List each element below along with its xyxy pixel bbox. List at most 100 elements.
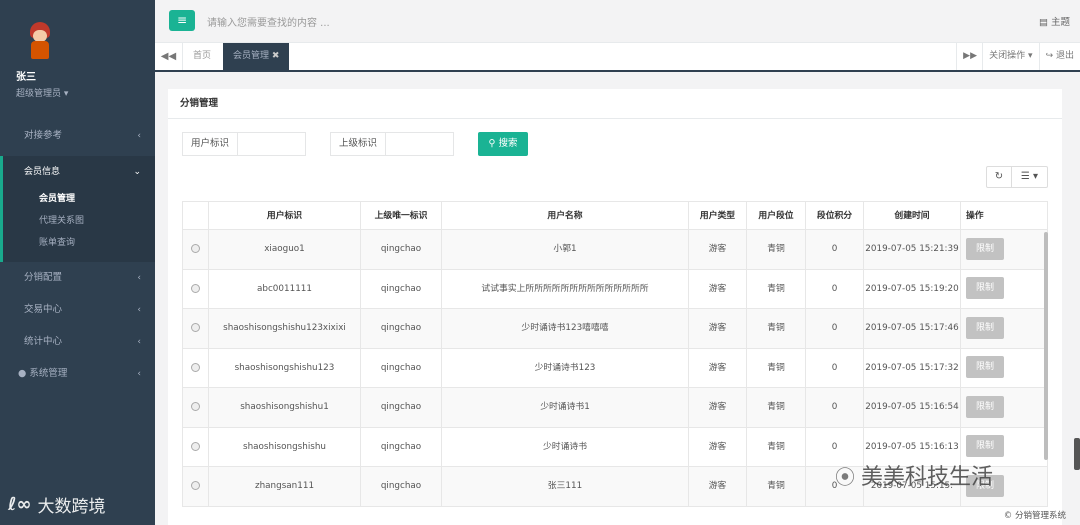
chevron-left-icon: ‹ [137, 337, 141, 347]
sidebar-item-member-info[interactable]: 会员信息 ⌄ [24, 156, 155, 188]
tabs-bar: ◀◀ 首页 会员管理 ✖ ▶▶ 关闭操作 ▾ ↪ 退出 [155, 43, 1080, 72]
chevron-left-icon: ‹ [137, 273, 141, 283]
cell-user-rank: 青铜 [746, 388, 805, 427]
cell-rank-points: 0 [805, 388, 863, 427]
cell-user-rank: 青铜 [746, 348, 805, 387]
table-row[interactable]: shaoshisongshishu1 qingchao 少时诵诗书1 游客 青铜 0 201… [182, 388, 1048, 428]
table-row[interactable]: shaoshisongshishu123 qingchao 少时诵诗书123 游客 青铜… [182, 348, 1048, 388]
column-header[interactable]: 段位积分 [805, 202, 863, 229]
tab-member-management[interactable]: 会员管理 ✖ [223, 43, 290, 70]
cell-created-time: 2019-07-05 15:17:46 [863, 309, 960, 348]
cell-user-type: 游客 [688, 309, 746, 348]
table-row[interactable]: xiaoguo1 qingchao 小郭1 游客 青铜 0 2019-07-05 15:21… [182, 230, 1048, 270]
sign-out-icon: ↪ [1045, 51, 1054, 61]
tab-label: 会员管理 [233, 51, 270, 61]
theme-label: 主题 [1050, 17, 1070, 28]
user-icon: ● [18, 368, 27, 379]
cell-user-id: shaoshisongshishu123 [208, 348, 360, 387]
sidebar-item-label: 对接参考 [24, 130, 63, 141]
sidebar-item-system-management[interactable]: ● 系统管理 ‹ [0, 358, 155, 390]
chevron-left-icon: ‹ [137, 369, 141, 379]
parent-id-label: 上级标识 [330, 132, 387, 156]
limit-button[interactable]: 限制 [966, 395, 1004, 418]
row-select-radio[interactable] [191, 441, 200, 451]
table-toolbar: ↻ ☰ ▾ [986, 166, 1048, 188]
sidebar-item-label: 系统管理 [29, 368, 68, 379]
cell-user-name: 试试事实上所所所所所所所所所所所所所所 [441, 269, 688, 308]
sidebar-item-label: 交易中心 [24, 304, 63, 315]
limit-button[interactable]: 限制 [966, 237, 1004, 260]
cell-user-name: 少时诵诗书123 [441, 348, 688, 387]
cell-user-name: 张三111 [441, 467, 688, 506]
row-select-radio[interactable] [191, 481, 200, 490]
sidebar-subitem-member-management[interactable]: 会员管理 [24, 188, 155, 210]
page-scrollbar[interactable] [1074, 438, 1080, 470]
wechat-icon: ⦿ [835, 464, 855, 489]
sidebar-item-label: 会员信息 [24, 167, 61, 177]
logout-button[interactable]: ↪ 退出 [1038, 43, 1080, 70]
panel-title: 分销管理 [168, 89, 1062, 119]
sidebar-item-trade-center[interactable]: 交易中心 ‹ [0, 294, 155, 326]
row-select-radio[interactable] [191, 244, 200, 253]
cell-parent-id: qingchao [360, 309, 441, 348]
logout-label: 退出 [1055, 51, 1074, 61]
limit-button[interactable]: 限制 [966, 356, 1004, 378]
limit-button[interactable]: 限制 [966, 435, 1004, 457]
user-id-input[interactable] [238, 132, 307, 156]
tabs-scroll-left-icon[interactable]: ◀◀ [155, 43, 183, 70]
cell-created-time: 2019-07-05 15:21:39 [863, 230, 960, 269]
table-header: 用户标识 上级唯一标识 用户名称 用户类型 用户段位 段位积分 创建时间 操作 [182, 201, 1048, 230]
table-scrollbar[interactable] [1044, 232, 1048, 460]
user-name: 张三 [16, 72, 36, 83]
column-header[interactable]: 创建时间 [863, 202, 960, 229]
search-icon: ⚲ [488, 138, 496, 149]
cell-rank-points: 0 [805, 309, 863, 348]
column-header: 操作 [960, 202, 1048, 229]
row-select-radio[interactable] [191, 402, 200, 411]
tab-home[interactable]: 首页 [183, 43, 221, 70]
avatar[interactable] [22, 22, 58, 60]
list-icon: ▤ [1038, 17, 1048, 28]
cell-rank-points: 0 [805, 269, 863, 308]
cell-user-name: 小郭1 [441, 230, 688, 269]
table-row[interactable]: abc0011111 qingchao 试试事实上所所所所所所所所所所所所所所 游客青… [182, 269, 1048, 309]
user-role-dropdown[interactable]: 超级管理员 ▾ [16, 86, 155, 99]
column-header[interactable]: 用户类型 [688, 202, 746, 229]
sidebar-item-distribution-config[interactable]: 分销配置 ‹ [0, 262, 155, 294]
limit-button[interactable]: 限制 [966, 277, 1004, 299]
columns-toggle-icon[interactable]: ☰ ▾ [1012, 166, 1048, 188]
sidebar: 张三 超级管理员 ▾ 对接参考 ‹ 会员信息 ⌄ 会员管理 代理关系图 账单查询… [0, 0, 155, 525]
cell-created-time: 2019-07-05 15:16:54 [863, 388, 960, 427]
cell-user-id: shaoshisongshishu [208, 427, 360, 466]
user-id-filter: 用户标识 [182, 132, 307, 156]
close-actions-dropdown[interactable]: 关闭操作 ▾ [982, 43, 1038, 70]
tabs-scroll-right-icon[interactable]: ▶▶ [956, 43, 982, 70]
cell-user-type: 游客 [688, 269, 746, 308]
limit-button[interactable]: 限制 [966, 316, 1004, 339]
row-select-radio[interactable] [191, 362, 200, 372]
search-button-label: 搜索 [498, 138, 518, 149]
cell-parent-id: qingchao [360, 388, 441, 427]
sidebar-subitem-agent-relations[interactable]: 代理关系图 [24, 210, 155, 232]
row-select-radio[interactable] [191, 323, 200, 332]
column-header[interactable]: 上级唯一标识 [360, 202, 441, 229]
table-row[interactable]: shaoshisongshishu123xixixi qingchao 少时诵诗书1… [182, 309, 1048, 349]
sidebar-subitem-bill-query[interactable]: 账单查询 [24, 232, 155, 254]
chevron-left-icon: ‹ [137, 131, 141, 141]
theme-button[interactable]: ▤ 主题 [1039, 14, 1070, 28]
sidebar-item-stats-center[interactable]: 统计中心 ‹ [0, 326, 155, 358]
cell-user-rank: 青铜 [746, 427, 805, 466]
close-icon[interactable]: ✖ [272, 51, 280, 61]
cell-user-name: 少时诵诗书 [441, 427, 688, 466]
refresh-icon[interactable]: ↻ [986, 166, 1012, 188]
search-button[interactable]: ⚲ 搜索 [478, 132, 528, 156]
cell-user-id: shaoshisongshishu123xixixi [208, 309, 360, 348]
row-select-radio[interactable] [191, 283, 200, 293]
column-header[interactable]: 用户标识 [208, 202, 360, 229]
column-header[interactable]: 用户名称 [441, 202, 688, 229]
parent-id-input[interactable] [386, 132, 455, 156]
global-search-input[interactable]: 请输入您需要查找的内容 ... [207, 14, 330, 29]
sidebar-item-docking-reference[interactable]: 对接参考 ‹ [0, 120, 155, 152]
menu-toggle-button[interactable]: ≡ [169, 10, 195, 31]
column-header[interactable]: 用户段位 [746, 202, 805, 229]
